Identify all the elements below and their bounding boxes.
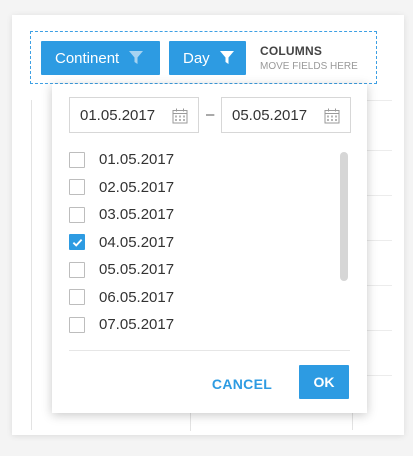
list-item-label: 07.05.2017 <box>99 316 175 334</box>
list-item-label: 01.05.2017 <box>99 151 175 169</box>
checkbox[interactable] <box>69 261 85 278</box>
checkbox-checked[interactable] <box>69 234 85 251</box>
list-item-label: 06.05.2017 <box>99 288 175 306</box>
list-item[interactable]: 03.05.2017 <box>69 201 349 229</box>
date-checkbox-list: 01.05.2017 02.05.2017 03.05.2017 04.05.2… <box>69 146 349 339</box>
continent-chip-label: Continent <box>55 49 120 67</box>
list-item-label: 05.05.2017 <box>99 261 175 279</box>
cancel-button[interactable]: CANCEL <box>202 367 282 401</box>
list-item[interactable]: 04.05.2017 <box>69 229 349 257</box>
checkbox[interactable] <box>69 289 85 306</box>
columns-title: COLUMNS <box>260 44 323 58</box>
list-scrollbar[interactable] <box>340 152 348 281</box>
list-item[interactable]: 01.05.2017 <box>69 146 349 174</box>
filter-icon[interactable] <box>129 51 144 65</box>
checkbox[interactable] <box>69 206 85 223</box>
day-chip-label: Day <box>183 49 210 67</box>
checkbox[interactable] <box>69 151 85 168</box>
filter-icon[interactable] <box>219 51 234 65</box>
checkbox[interactable] <box>69 179 85 196</box>
grid-line <box>190 413 191 431</box>
list-item[interactable]: 06.05.2017 <box>69 284 349 312</box>
checkmark-icon <box>72 238 82 247</box>
range-separator: – <box>206 106 215 123</box>
ok-button[interactable]: OK <box>299 365 349 399</box>
grid-line <box>31 100 32 430</box>
divider <box>69 350 350 351</box>
calendar-icon[interactable] <box>324 108 340 124</box>
continent-field-chip[interactable]: Continent <box>41 41 160 75</box>
list-item[interactable]: 07.05.2017 <box>69 311 349 339</box>
list-item-label: 03.05.2017 <box>99 206 175 224</box>
date-from-input[interactable]: 01.05.2017 <box>69 97 199 133</box>
date-from-value: 01.05.2017 <box>80 106 156 124</box>
list-item-label: 02.05.2017 <box>99 178 175 196</box>
day-field-chip[interactable]: Day <box>169 41 246 75</box>
checkbox[interactable] <box>69 316 85 333</box>
date-to-input[interactable]: 05.05.2017 <box>221 97 351 133</box>
list-item-label: 04.05.2017 <box>99 233 175 251</box>
date-to-value: 05.05.2017 <box>232 106 308 124</box>
list-item[interactable]: 05.05.2017 <box>69 256 349 284</box>
columns-hint-text: MOVE FIELDS HERE <box>260 61 358 72</box>
columns-drop-zone[interactable]: COLUMNS MOVE FIELDS HERE <box>260 44 358 72</box>
date-filter-popup: 01.05.2017 – 05.05.2017 01.05.2017 02.05… <box>52 84 367 413</box>
list-item[interactable]: 02.05.2017 <box>69 174 349 202</box>
calendar-icon[interactable] <box>172 108 188 124</box>
